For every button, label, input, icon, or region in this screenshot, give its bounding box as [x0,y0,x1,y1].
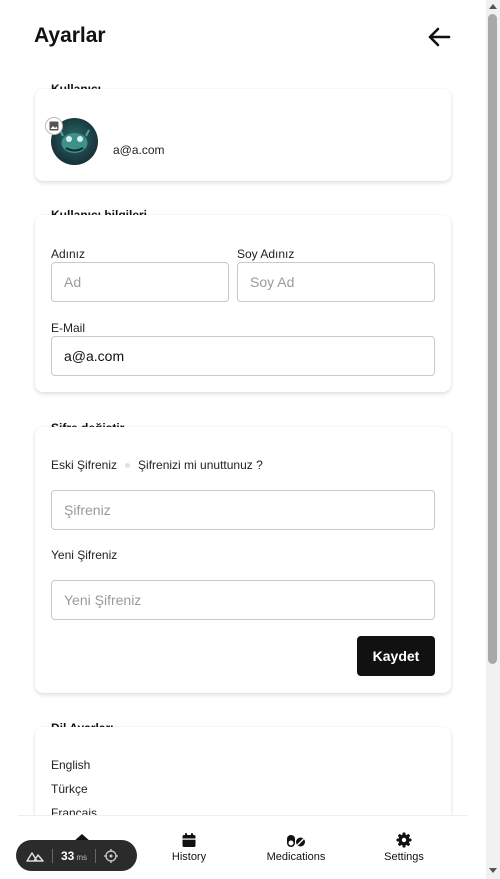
nuxt-logo-icon [26,851,44,862]
nav-label-medications: Medications [266,851,326,863]
nav-item-settings[interactable]: Settings [359,832,449,863]
last-name-input[interactable] [237,262,435,302]
new-password-input[interactable] [51,580,435,620]
scrollbar[interactable] [486,0,500,879]
email-input[interactable] [51,336,435,376]
page-title: Ayarlar [34,24,106,47]
scroll-up-icon[interactable] [489,4,497,9]
password-card: Eski Şifreniz Şifrenizi mi unuttunuz ? Y… [35,427,451,693]
nav-label-history: History [171,851,207,863]
arrow-left-icon [428,27,451,47]
devtools-timing-value: 33 [61,848,75,863]
old-password-input[interactable] [51,490,435,530]
settings-page: Ayarlar Kullanıcı a@a.com Kulla [0,0,486,879]
language-option-english[interactable]: English [51,758,90,772]
old-password-label: Eski Şifreniz [51,458,118,472]
header: Ayarlar [34,22,454,54]
nav-item-medications[interactable]: Medications [251,832,341,863]
crosshair-icon[interactable] [104,848,119,863]
language-option-turkish[interactable]: Türkçe [51,782,88,796]
nav-item-history[interactable]: History [144,832,234,863]
save-button[interactable]: Kaydet [357,636,435,676]
first-name-input[interactable] [51,262,229,302]
change-avatar-button[interactable] [45,117,63,135]
forgot-password-link[interactable]: Şifrenizi mi unuttunuz ? [138,458,263,472]
last-name-label: Soy Adınız [237,247,295,261]
user-info-card: Adınız Soy Adınız E-Mail [35,215,451,392]
nav-label-settings: Settings [384,851,424,863]
devtools-separator [52,848,53,863]
calendar-icon [182,833,196,847]
devtools-timing-unit: ms [76,852,88,862]
separator-dot [125,462,131,468]
email-label: E-Mail [51,321,86,335]
devtools-timing: 33 ms [61,849,87,863]
scrollbar-thumb[interactable] [488,14,497,664]
devtools-widget[interactable]: 33 ms [16,840,137,871]
devtools-separator [95,848,97,863]
old-password-row: Eski Şifreniz Şifrenizi mi unuttunuz ? [51,458,263,472]
user-email: a@a.com [113,143,165,157]
first-name-label: Adınız [51,247,86,261]
user-card: a@a.com [35,89,451,181]
scroll-down-icon[interactable] [489,868,497,873]
gear-icon [396,832,412,848]
pills-icon [287,835,305,847]
image-icon [49,121,59,131]
back-button[interactable] [424,22,454,52]
new-password-label: Yeni Şifreniz [51,548,118,562]
